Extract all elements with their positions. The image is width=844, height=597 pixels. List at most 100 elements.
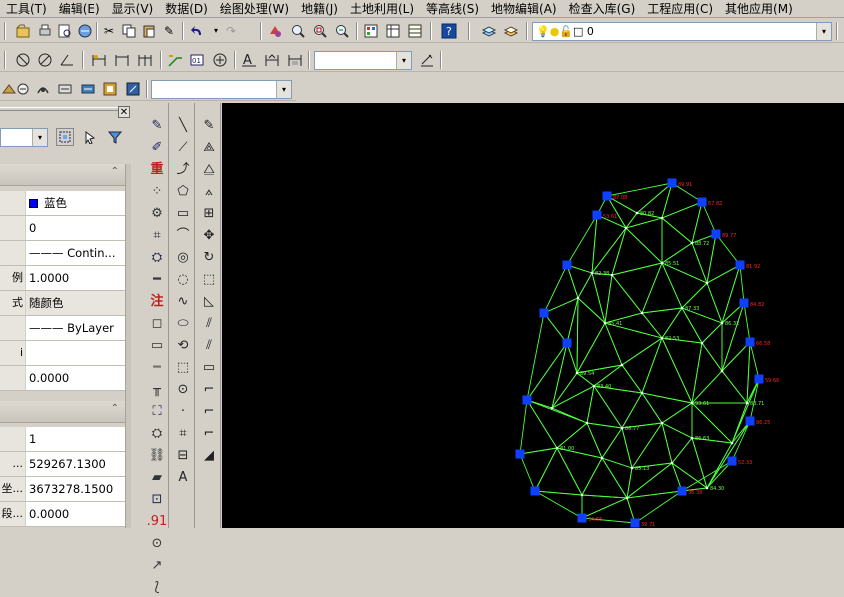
- draw-tool-16-icon[interactable]: ⊟: [173, 445, 193, 465]
- cass-tool-8-icon[interactable]: ━: [147, 269, 167, 289]
- modify-tool-9-icon[interactable]: ◺: [199, 291, 219, 311]
- help-icon[interactable]: ?: [440, 22, 458, 40]
- draw-tool-4-icon[interactable]: ⬠: [173, 181, 193, 201]
- tool-g-icon[interactable]: [124, 80, 142, 98]
- modify-tool-11-icon[interactable]: ⫽: [199, 335, 219, 355]
- text-style-icon[interactable]: A: [240, 51, 258, 69]
- cass-tool-18-icon[interactable]: ⊡: [147, 489, 167, 509]
- modify-tool-6-icon[interactable]: ✥: [199, 225, 219, 245]
- cass-tool-3-icon[interactable]: 重: [147, 159, 167, 179]
- station-marker[interactable]: [515, 449, 525, 459]
- prop-row-linetype[interactable]: ——— Contin...: [0, 241, 125, 266]
- cass-tool-22-icon[interactable]: ⟅: [147, 577, 167, 597]
- menu-tools[interactable]: 工具(T): [0, 0, 53, 18]
- menu-view[interactable]: 显示(V): [106, 0, 160, 18]
- zoom-window-icon[interactable]: [311, 22, 329, 40]
- drawing-canvas[interactable]: 89.91 87.08 53.61 67.82 89.77 81.92 84.82 66.58…: [222, 103, 844, 528]
- prop-value-start-width[interactable]: 0.0000: [26, 502, 125, 526]
- paste-icon[interactable]: [140, 22, 158, 40]
- prop-value-color[interactable]: 蓝色: [26, 191, 125, 215]
- preview-icon[interactable]: [56, 22, 74, 40]
- station-marker[interactable]: [630, 518, 640, 528]
- menu-land-use[interactable]: 土地利用(L): [344, 0, 420, 18]
- menu-edit[interactable]: 编辑(E): [53, 0, 106, 18]
- cass-tool-20-icon[interactable]: ⊙: [147, 533, 167, 553]
- modify-tool-12-icon[interactable]: ▭: [199, 357, 219, 377]
- cass-tool-7-icon[interactable]: ⛭: [147, 247, 167, 267]
- menu-other[interactable]: 其他应用(M): [719, 0, 799, 18]
- menu-cadastre[interactable]: 地籍(J): [295, 0, 344, 18]
- station-marker[interactable]: [739, 298, 749, 308]
- undo-icon[interactable]: [188, 22, 206, 40]
- prop-row-hyperlink[interactable]: i: [0, 341, 125, 366]
- chevron-down-icon[interactable]: ▾: [816, 23, 831, 40]
- match-prop-icon[interactable]: ✎: [160, 22, 178, 40]
- cass-tool-4-icon[interactable]: ⁘: [147, 181, 167, 201]
- print-icon[interactable]: [36, 22, 54, 40]
- station-marker[interactable]: [745, 337, 755, 347]
- cass-tool-13-icon[interactable]: ╥: [147, 379, 167, 399]
- leader-icon[interactable]: [166, 51, 184, 69]
- tool-palette-icon[interactable]: [406, 22, 424, 40]
- layer-combo[interactable]: 💡●🔓□ 0 ▾: [532, 22, 832, 41]
- station-marker[interactable]: [577, 513, 587, 523]
- menu-contour[interactable]: 等高线(S): [420, 0, 485, 18]
- station-marker[interactable]: [562, 260, 572, 270]
- tool-c-icon[interactable]: [34, 80, 52, 98]
- modify-tool-4-icon[interactable]: ⟑: [199, 181, 219, 201]
- cass-tool-16-icon[interactable]: ⛓: [147, 445, 167, 465]
- layer-state-icon[interactable]: [502, 22, 520, 40]
- panel-scrollbar[interactable]: [125, 164, 131, 528]
- pan-icon[interactable]: [266, 22, 284, 40]
- cass-tool-14-icon[interactable]: ⛶: [147, 401, 167, 421]
- station-marker[interactable]: [522, 395, 532, 405]
- design-center-icon[interactable]: [384, 22, 402, 40]
- station-marker[interactable]: [539, 308, 549, 318]
- dim-linear-icon[interactable]: [90, 51, 108, 69]
- station-marker[interactable]: [530, 486, 540, 496]
- dim-aligned-icon[interactable]: [113, 51, 131, 69]
- draw-tool-17-icon[interactable]: A: [173, 467, 193, 487]
- text-style-combo[interactable]: ▾: [151, 80, 292, 99]
- modify-tool-14-icon[interactable]: ⌐: [199, 401, 219, 421]
- draw-tool-13-icon[interactable]: ⊙: [173, 379, 193, 399]
- prop-row-thickness[interactable]: 0.0000: [0, 366, 125, 391]
- dim-baseline-icon[interactable]: [136, 51, 154, 69]
- draw-tool-8-icon[interactable]: ◌: [173, 269, 193, 289]
- open-icon[interactable]: [14, 22, 32, 40]
- prop-value-plot-style[interactable]: 随颜色: [26, 291, 125, 315]
- station-marker[interactable]: [592, 210, 602, 220]
- cass-tool-19-icon[interactable]: .91: [147, 511, 168, 531]
- menu-data[interactable]: 数据(D): [159, 0, 214, 18]
- menu-check-import[interactable]: 检查入库(G): [563, 0, 642, 18]
- object-select-combo[interactable]: ▾: [0, 128, 48, 147]
- properties-icon[interactable]: [362, 22, 380, 40]
- prop-value-linetype[interactable]: ——— Contin...: [26, 241, 125, 265]
- prop-row-start-width[interactable]: 段... 0.0000: [0, 502, 125, 527]
- draw-tool-9-icon[interactable]: ∿: [173, 291, 193, 311]
- draw-tool-3-icon[interactable]: ⤴: [173, 159, 193, 179]
- cass-tool-6-icon[interactable]: ⌗: [147, 225, 167, 245]
- pick-objects-icon[interactable]: [81, 128, 99, 146]
- draw-tool-12-icon[interactable]: ⬚: [173, 357, 193, 377]
- draw-tool-2-icon[interactable]: ⟋: [173, 137, 193, 157]
- menu-engineering[interactable]: 工程应用(C): [641, 0, 719, 18]
- close-icon[interactable]: ✕: [118, 106, 130, 118]
- cass-tool-12-icon[interactable]: ┉: [147, 357, 167, 377]
- cass-tool-15-icon[interactable]: ⛭: [147, 423, 167, 443]
- modify-tool-2-icon[interactable]: ⟁: [199, 137, 219, 157]
- station-marker[interactable]: [602, 191, 612, 201]
- dim-update-icon[interactable]: [418, 51, 436, 69]
- cass-tool-9-icon[interactable]: 注: [147, 291, 167, 311]
- redo-icon[interactable]: ↷: [222, 22, 240, 40]
- prop-value-lineweight[interactable]: ——— ByLayer: [26, 316, 125, 340]
- station-marker[interactable]: [711, 229, 721, 239]
- draw-tool-7-icon[interactable]: ◎: [173, 247, 193, 267]
- section-general-header[interactable]: ⌃: [0, 164, 125, 186]
- draw-tool-11-icon[interactable]: ⟲: [173, 335, 193, 355]
- section-geometry-header[interactable]: ⌃: [0, 401, 125, 423]
- prop-row-linetype-scale[interactable]: 例 1.0000: [0, 266, 125, 291]
- prop-value-hyperlink[interactable]: [26, 341, 125, 365]
- draw-tool-14-icon[interactable]: ·: [173, 401, 193, 421]
- station-marker[interactable]: [735, 260, 745, 270]
